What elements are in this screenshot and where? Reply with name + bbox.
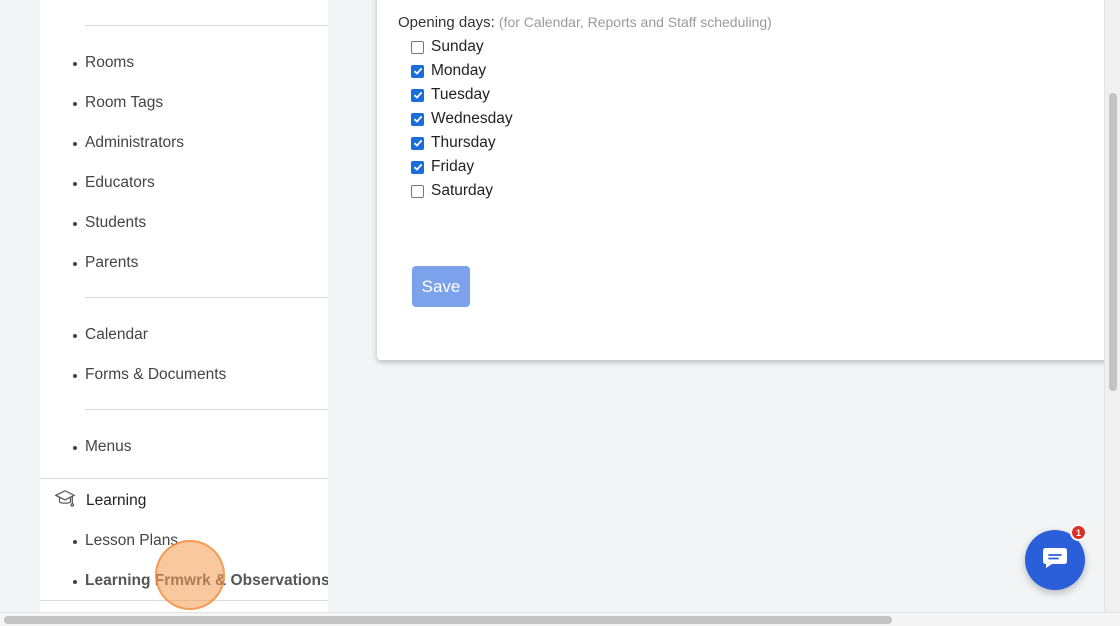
vertical-scrollbar-thumb[interactable] xyxy=(1109,93,1117,391)
checkbox-checked[interactable] xyxy=(411,160,424,174)
day-label: Wednesday xyxy=(431,110,513,127)
opening-days-label: Opening days: (for Calendar, Reports and… xyxy=(398,14,772,31)
sidebar-section-learning[interactable]: Learning xyxy=(54,489,146,513)
sidebar-item-parents[interactable]: Parents xyxy=(72,254,138,272)
save-button[interactable]: Save xyxy=(412,266,470,307)
sidebar-divider xyxy=(85,409,328,410)
sidebar-item-rooms[interactable]: Rooms xyxy=(72,54,134,72)
opening-days-hint: (for Calendar, Reports and Staff schedul… xyxy=(498,14,772,30)
day-checkbox-sunday[interactable]: Sunday xyxy=(411,38,484,56)
horizontal-scrollbar[interactable] xyxy=(0,612,1120,626)
sidebar-item-learning-framework[interactable]: Learning Frmwrk & Observations xyxy=(73,572,328,590)
checkbox-checked[interactable] xyxy=(411,64,424,78)
checkbox[interactable] xyxy=(411,40,424,54)
notification-badge: 1 xyxy=(1070,524,1087,541)
day-checkbox-wednesday[interactable]: Wednesday xyxy=(411,110,513,128)
checkbox-checked[interactable] xyxy=(411,88,424,102)
day-checkbox-thursday[interactable]: Thursday xyxy=(411,134,496,152)
opening-days-title: Opening days: xyxy=(398,14,495,31)
sidebar-item-administrators[interactable]: Administrators xyxy=(72,134,184,152)
sidebar: Rooms Room Tags Administrators Educators… xyxy=(40,0,328,612)
sidebar-item-students[interactable]: Students xyxy=(72,214,146,232)
checkbox-checked[interactable] xyxy=(411,136,424,150)
settings-panel xyxy=(377,0,1117,360)
graduation-cap-icon xyxy=(54,488,76,515)
sidebar-divider xyxy=(85,25,328,26)
day-label: Saturday xyxy=(431,182,494,199)
vertical-scrollbar[interactable] xyxy=(1104,0,1120,612)
sidebar-section-label: Learning xyxy=(86,492,147,509)
sidebar-item-room-tags[interactable]: Room Tags xyxy=(72,94,163,112)
day-checkbox-friday[interactable]: Friday xyxy=(411,158,474,176)
day-checkbox-monday[interactable]: Monday xyxy=(411,62,486,80)
day-label: Sunday xyxy=(431,38,484,55)
day-checkbox-tuesday[interactable]: Tuesday xyxy=(411,86,490,104)
sidebar-item-forms-documents[interactable]: Forms & Documents xyxy=(72,366,226,384)
horizontal-scrollbar-thumb[interactable] xyxy=(4,616,892,624)
day-label: Friday xyxy=(431,158,475,175)
sidebar-divider xyxy=(40,600,328,601)
day-label: Tuesday xyxy=(431,86,490,103)
sidebar-divider xyxy=(85,297,328,298)
chat-icon xyxy=(1042,547,1068,574)
sidebar-divider xyxy=(40,478,328,479)
sidebar-item-menus[interactable]: Menus xyxy=(73,438,132,456)
checkbox-checked[interactable] xyxy=(411,112,424,126)
sidebar-item-educators[interactable]: Educators xyxy=(73,174,155,192)
day-label: Monday xyxy=(431,62,487,79)
checkbox[interactable] xyxy=(411,184,424,198)
sidebar-item-lesson-plans[interactable]: Lesson Plans xyxy=(72,532,178,550)
day-checkbox-saturday[interactable]: Saturday xyxy=(411,182,493,200)
sidebar-item-calendar[interactable]: Calendar xyxy=(73,326,148,344)
day-label: Thursday xyxy=(431,134,496,151)
